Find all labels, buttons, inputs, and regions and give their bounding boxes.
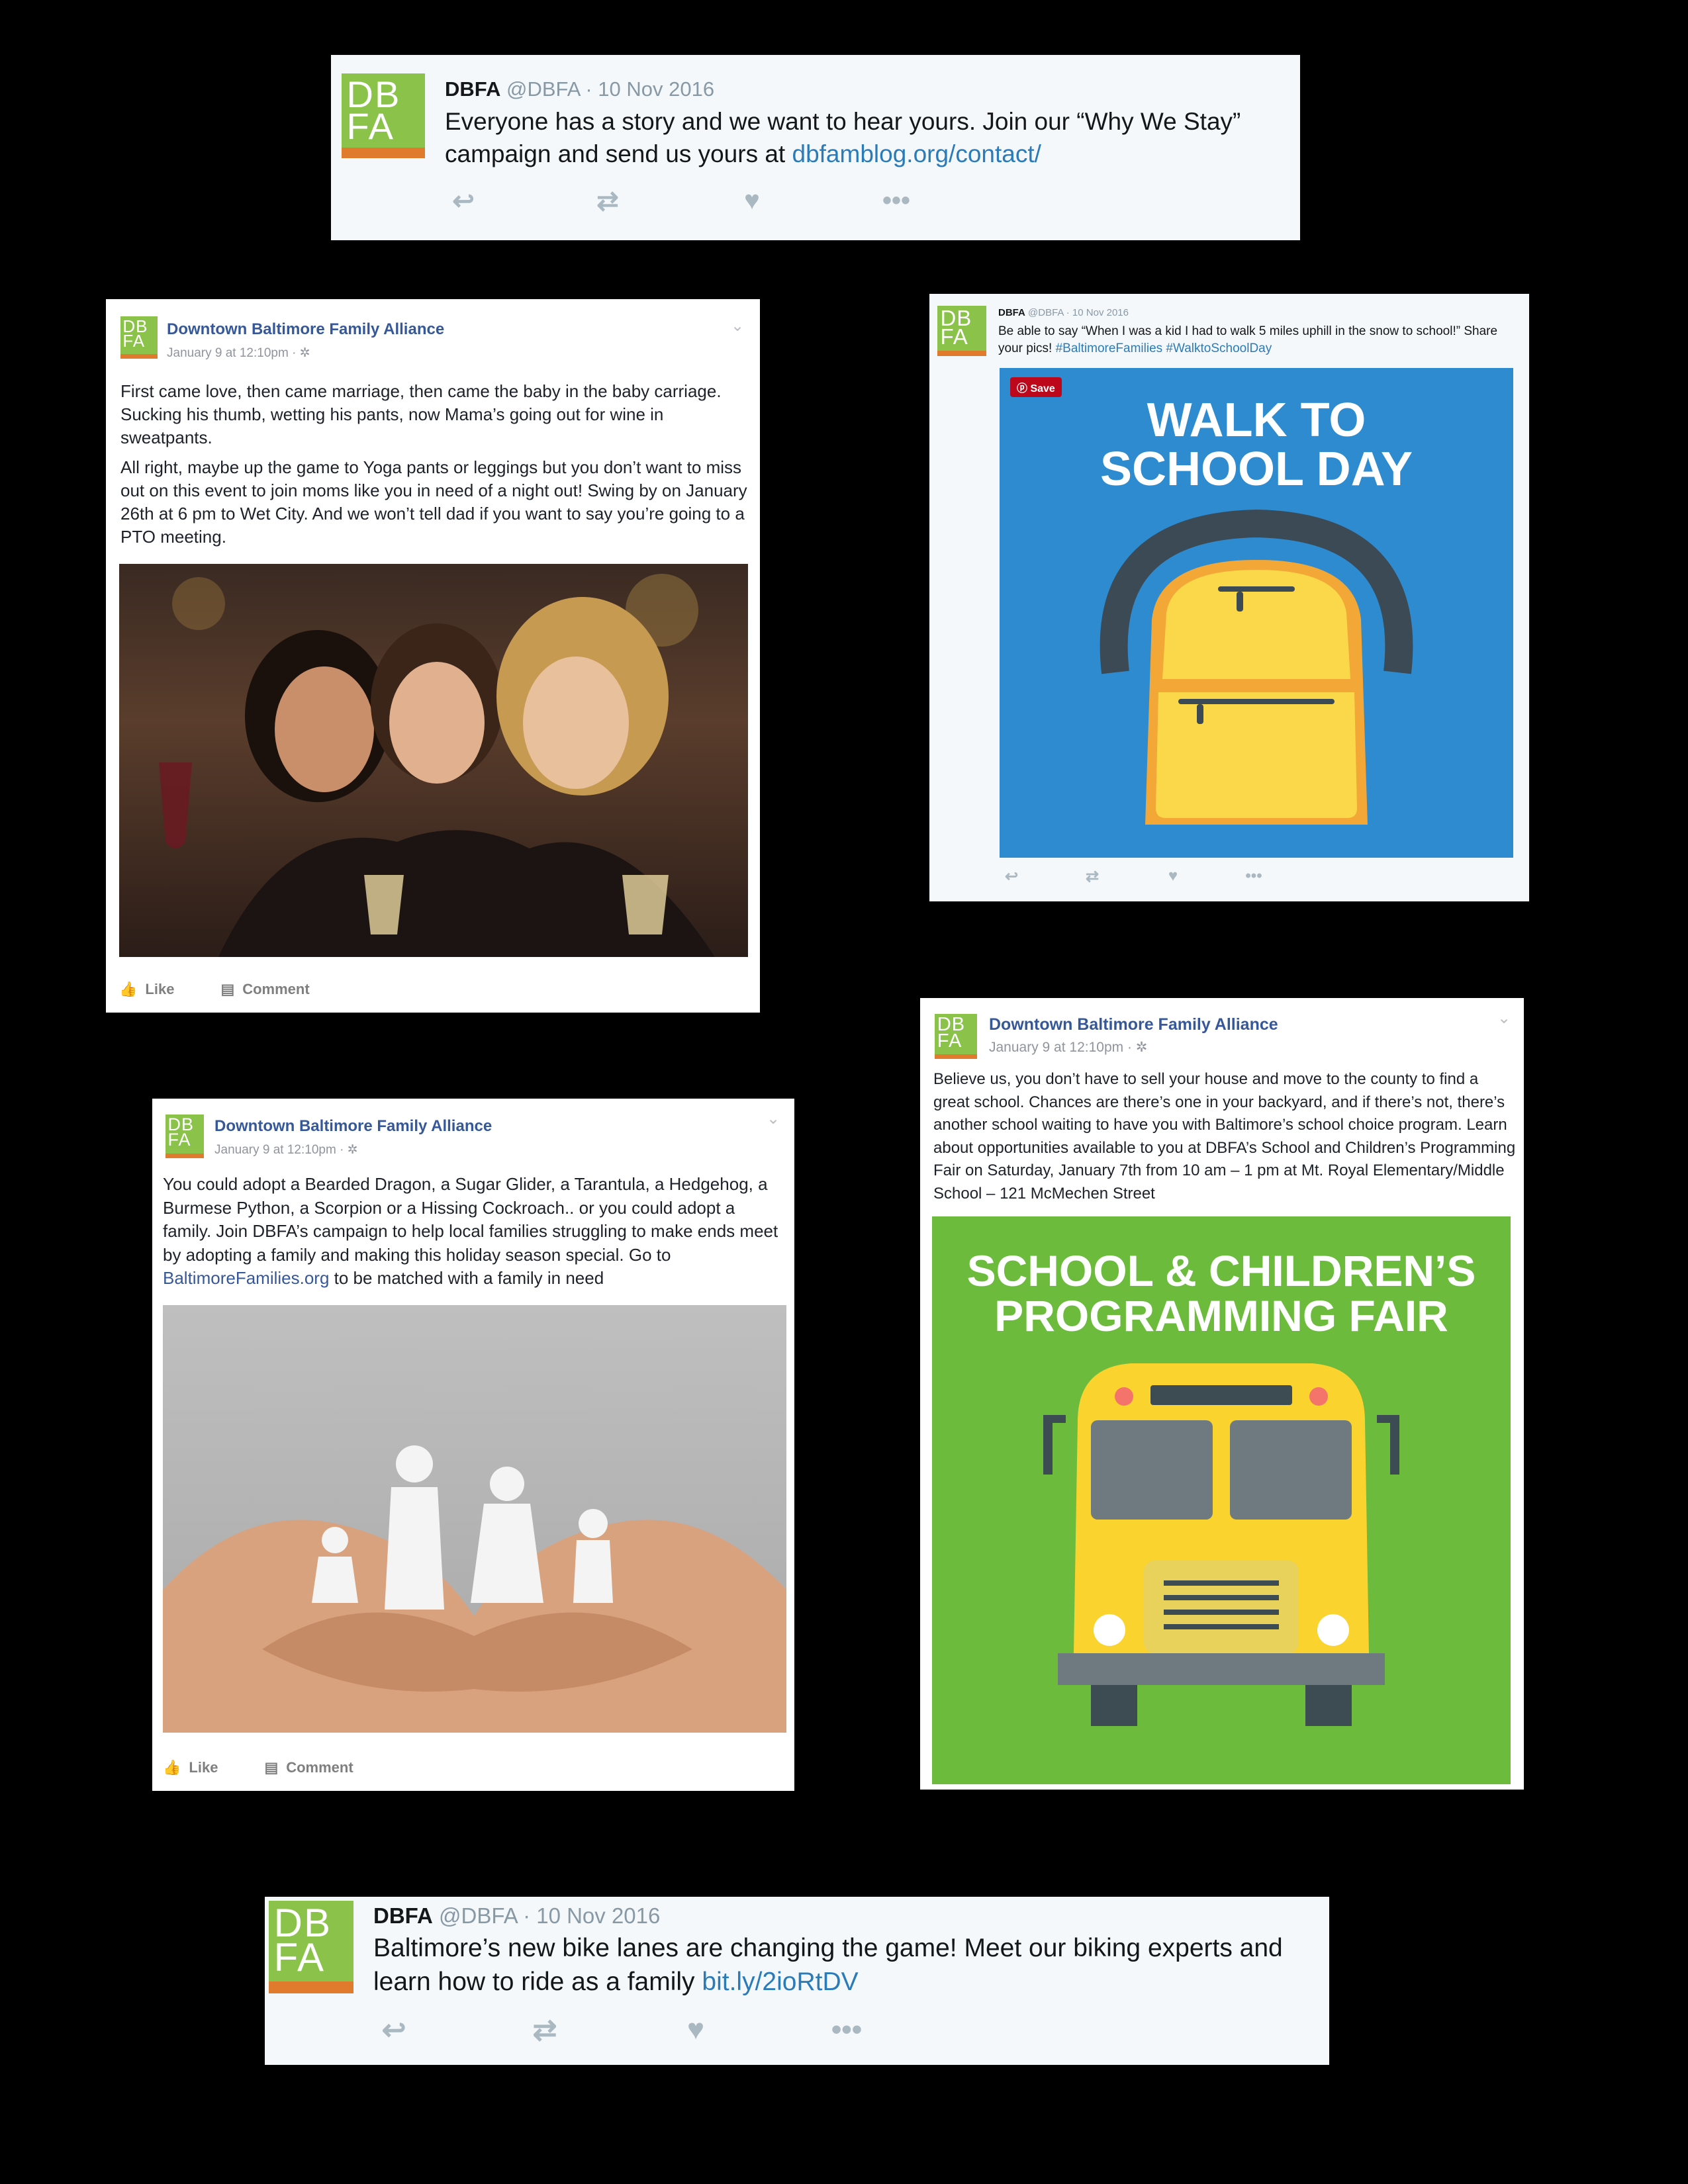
paper-family-in-hands-photo[interactable]	[163, 1305, 786, 1733]
post-actions: 👍 Like ▤ Comment	[119, 981, 356, 998]
tweet-author[interactable]: DBFA	[998, 307, 1025, 318]
retweet-icon[interactable]: ⇄	[588, 186, 628, 216]
backpack-icon	[1100, 509, 1413, 825]
chevron-down-icon[interactable]: ⌄	[1497, 1009, 1511, 1028]
comment-button[interactable]: ▤ Comment	[220, 981, 309, 998]
dbfa-logo[interactable]: DB FA	[935, 1014, 977, 1059]
tweet-hashtags[interactable]: #BaltimoreFamilies #WalktoSchoolDay	[1056, 341, 1272, 355]
post-text: First came love, then came marriage, the…	[120, 381, 747, 547]
tweet-header: DBFA @DBFA · 10 Nov 2016	[445, 77, 714, 101]
tweet-bike-lanes: DB FA DBFA @DBFA · 10 Nov 2016 Baltimore’…	[265, 1897, 1329, 2065]
post-text: You could adopt a Bearded Dragon, a Suga…	[163, 1174, 778, 1288]
comment-button[interactable]: ▤ Comment	[264, 1759, 353, 1776]
dbfa-logo[interactable]: DB FA	[165, 1115, 204, 1158]
post-actions: 👍 Like ▤ Comment	[163, 1759, 400, 1776]
post-link[interactable]: BaltimoreFamilies.org	[163, 1268, 329, 1288]
tweet-handle[interactable]: @DBFA	[506, 77, 580, 101]
like-icon[interactable]: ♥	[1160, 867, 1186, 886]
tweet-text: Be able to say “When I was a kid I had t…	[998, 324, 1498, 355]
tweet-actions: ↩ ⇄ ♥ •••	[444, 186, 916, 216]
globe-icon: ✲	[347, 1143, 358, 1157]
post-text: Believe us, you don’t have to sell your …	[933, 1070, 1516, 1203]
dbfa-logo[interactable]: DB FA	[937, 306, 986, 356]
tweet-header: DBFA @DBFA · 10 Nov 2016	[998, 307, 1129, 318]
tweet-header: DBFA @DBFA · 10 Nov 2016	[373, 1903, 660, 1929]
moms-night-photo[interactable]	[119, 564, 748, 957]
tweet-walk-to-school: DB FA DBFA @DBFA · 10 Nov 2016 Be able to…	[929, 294, 1529, 901]
school-bus-icon	[1043, 1363, 1399, 1726]
tweet-handle[interactable]: @DBFA	[1028, 307, 1064, 318]
tweet-link[interactable]: dbfamblog.org/contact/	[792, 140, 1041, 167]
tweet-date[interactable]: · 10 Nov 2016	[585, 77, 714, 101]
tweet-date[interactable]: · 10 Nov 2016	[523, 1903, 660, 1928]
more-icon[interactable]: •••	[1241, 867, 1267, 886]
comment-icon: ▤	[220, 981, 235, 997]
tweet-author[interactable]: DBFA	[445, 77, 500, 101]
photo-illustration	[159, 574, 715, 957]
tweet-text: Everyone has a story and we want to hear…	[445, 108, 1241, 167]
tweet-actions: ↩ ⇄ ♥ •••	[998, 867, 1267, 886]
tweet-text: Baltimore’s new bike lanes are changing …	[373, 1934, 1283, 1996]
page-name[interactable]: Downtown Baltimore Family Alliance	[167, 320, 444, 339]
dbfa-logo[interactable]: DB FA	[342, 73, 425, 158]
logo-tagline	[342, 148, 425, 158]
dbfa-logo[interactable]: DB FA	[120, 316, 158, 359]
walk-to-school-poster[interactable]: ⓟ Save WALK TO SCHOOL DAY	[1000, 368, 1513, 858]
page-name[interactable]: Downtown Baltimore Family Alliance	[214, 1117, 492, 1136]
like-icon[interactable]: ♥	[732, 186, 772, 216]
more-icon[interactable]: •••	[876, 186, 916, 216]
post-time[interactable]: January 9 at 12:10pm · ✲	[989, 1039, 1147, 1056]
tweet-why-we-stay: DB FA DBFA @DBFA · 10 Nov 2016 Everyone h…	[331, 55, 1300, 240]
globe-icon: ✲	[299, 346, 310, 360]
reply-icon[interactable]: ↩	[444, 186, 483, 216]
retweet-icon[interactable]: ⇄	[1079, 867, 1105, 886]
fb-post-adopt-a-family: DB FA Downtown Baltimore Family Alliance …	[152, 1099, 794, 1791]
tweet-handle[interactable]: @DBFA	[439, 1903, 517, 1928]
dbfa-logo[interactable]: DB FA	[269, 1901, 353, 1993]
chevron-down-icon[interactable]: ⌄	[731, 316, 744, 336]
comment-icon: ▤	[264, 1759, 279, 1776]
like-icon[interactable]: ♥	[674, 2013, 718, 2047]
retweet-icon[interactable]: ⇄	[523, 2013, 567, 2047]
tweet-actions: ↩ ⇄ ♥ •••	[372, 2013, 868, 2047]
thumbs-up-icon: 👍	[163, 1759, 181, 1776]
tweet-link[interactable]: bit.ly/2ioRtDV	[702, 1968, 858, 1996]
tweet-date[interactable]: · 10 Nov 2016	[1066, 307, 1129, 318]
chevron-down-icon[interactable]: ⌄	[767, 1109, 780, 1128]
post-time[interactable]: January 9 at 12:10pm · ✲	[214, 1142, 358, 1158]
tweet-author[interactable]: DBFA	[373, 1903, 433, 1928]
like-button[interactable]: 👍 Like	[163, 1759, 218, 1776]
fb-post-moms-night: DB FA Downtown Baltimore Family Alliance …	[106, 299, 760, 1013]
fb-post-school-fair: DB FA Downtown Baltimore Family Alliance …	[920, 998, 1524, 1790]
like-button[interactable]: 👍 Like	[119, 981, 174, 998]
photo-illustration	[163, 1445, 786, 1733]
thumbs-up-icon: 👍	[119, 981, 138, 997]
more-icon[interactable]: •••	[825, 2013, 868, 2047]
reply-icon[interactable]: ↩	[998, 867, 1025, 886]
reply-icon[interactable]: ↩	[372, 2013, 416, 2047]
globe-icon: ✲	[1135, 1040, 1148, 1055]
page-name[interactable]: Downtown Baltimore Family Alliance	[989, 1015, 1278, 1034]
post-time[interactable]: January 9 at 12:10pm · ✲	[167, 345, 310, 361]
school-fair-poster[interactable]: SCHOOL & CHILDREN’S PROGRAMMING FAIR	[932, 1216, 1511, 1784]
